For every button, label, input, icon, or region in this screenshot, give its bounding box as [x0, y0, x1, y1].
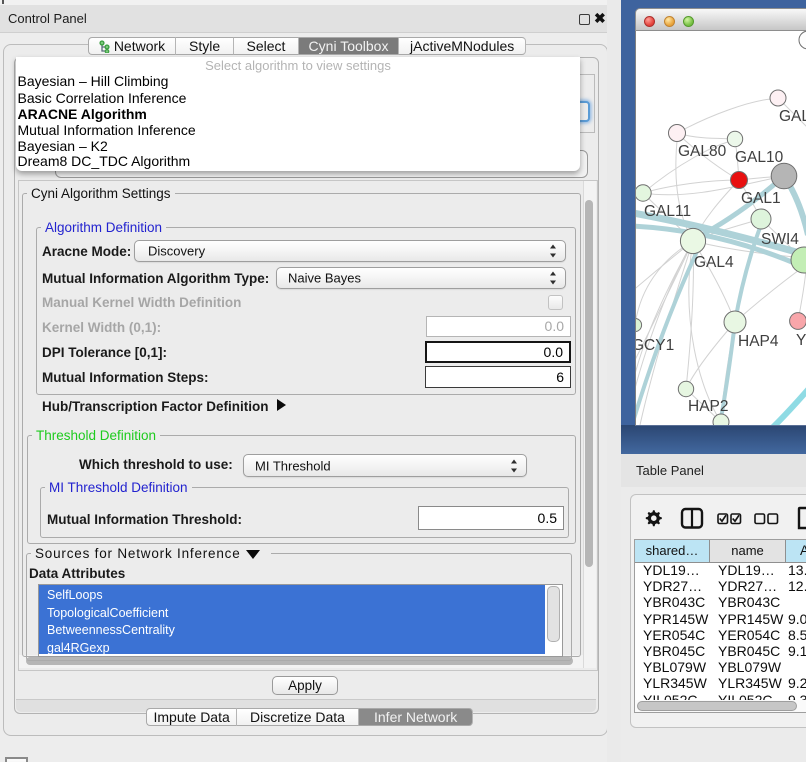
svg-text:GAL2: GAL2 — [779, 108, 806, 125]
svg-text:HAP2: HAP2 — [688, 398, 729, 415]
svg-text:GAL80: GAL80 — [678, 143, 727, 160]
svg-text:HAP4: HAP4 — [738, 333, 779, 350]
svg-text:GAL10: GAL10 — [735, 149, 784, 166]
svg-text:Y: Y — [796, 332, 806, 349]
svg-text:GAL4: GAL4 — [694, 254, 734, 271]
svg-text:SWI4: SWI4 — [761, 231, 799, 248]
svg-text:GAL1: GAL1 — [741, 190, 781, 207]
svg-text:GCY1: GCY1 — [636, 337, 674, 354]
svg-text:GAL11: GAL11 — [644, 203, 691, 220]
